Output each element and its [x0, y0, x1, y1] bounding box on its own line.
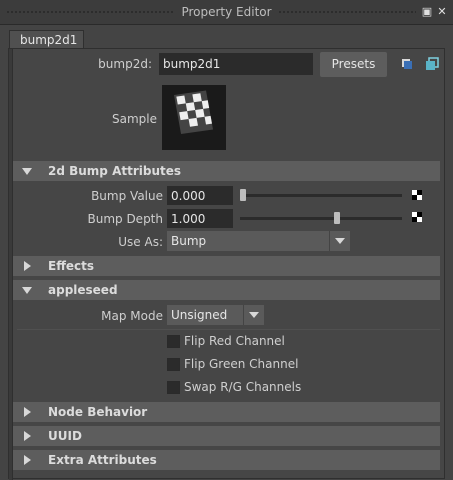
close-icon[interactable]: ✕	[436, 6, 448, 18]
swap-rg-checkbox[interactable]	[167, 381, 180, 394]
section-extra-attributes[interactable]: Extra Attributes	[13, 450, 440, 470]
chevron-down-icon	[329, 231, 350, 251]
bump-value-slider-handle[interactable]	[240, 189, 246, 201]
section-title: Node Behavior	[48, 405, 148, 419]
float-window-icon[interactable]: ▣	[421, 6, 433, 18]
bump-depth-input[interactable]	[167, 209, 233, 228]
copy-tab-icon[interactable]	[400, 57, 414, 71]
map-icon[interactable]	[412, 190, 422, 200]
expand-arrow-icon	[24, 455, 31, 465]
expand-arrow-icon	[24, 261, 31, 271]
use-as-dropdown[interactable]: Bump	[167, 231, 350, 251]
section-uuid[interactable]: UUID	[13, 426, 440, 446]
section-title: UUID	[48, 429, 82, 443]
bump-depth-slider[interactable]	[240, 217, 402, 220]
flip-green-label[interactable]: Flip Green Channel	[184, 357, 298, 371]
map-mode-label: Map Mode	[101, 309, 163, 323]
collapse-arrow-icon	[22, 168, 32, 175]
node-name-input[interactable]	[159, 53, 313, 75]
divider	[17, 329, 440, 330]
chevron-down-icon	[243, 305, 264, 325]
bump-value-slider[interactable]	[240, 194, 402, 197]
flip-red-checkbox[interactable]	[167, 335, 180, 348]
section-title: appleseed	[48, 283, 118, 297]
swap-rg-label[interactable]: Swap R/G Channels	[184, 380, 301, 394]
title-bar[interactable]: Property Editor ▣ ✕	[0, 0, 453, 25]
expand-arrow-icon	[24, 407, 31, 417]
section-title: Extra Attributes	[48, 453, 157, 467]
collapse-arrow-icon	[22, 287, 32, 294]
section-effects[interactable]: Effects	[13, 256, 440, 276]
map-mode-dropdown[interactable]: Unsigned	[167, 305, 264, 325]
map-mode-value: Unsigned	[171, 308, 228, 322]
window-title: Property Editor	[175, 5, 278, 19]
flip-red-label[interactable]: Flip Red Channel	[184, 334, 285, 348]
sample-label: Sample	[112, 112, 157, 126]
use-as-value: Bump	[171, 234, 207, 248]
bump-value-input[interactable]	[167, 186, 233, 205]
section-title: 2d Bump Attributes	[48, 164, 182, 178]
expand-arrow-icon	[24, 431, 31, 441]
tab-bump2d1[interactable]: bump2d1	[9, 30, 84, 48]
section-2d-bump-attributes[interactable]: 2d Bump Attributes	[13, 161, 440, 181]
bump-depth-label: Bump Depth	[87, 212, 163, 226]
section-title: Effects	[48, 259, 95, 273]
float-copy-icon[interactable]	[425, 57, 439, 71]
bump-value-label: Bump Value	[91, 189, 163, 203]
section-appleseed[interactable]: appleseed	[13, 280, 440, 300]
sample-swatch[interactable]	[162, 85, 226, 150]
section-node-behavior[interactable]: Node Behavior	[13, 402, 440, 422]
use-as-label: Use As:	[118, 235, 163, 249]
bump-depth-slider-handle[interactable]	[333, 212, 340, 224]
presets-button[interactable]: Presets	[320, 52, 387, 77]
node-type-label: bump2d:	[98, 57, 152, 71]
flip-green-checkbox[interactable]	[167, 358, 180, 371]
map-icon[interactable]	[412, 212, 422, 222]
